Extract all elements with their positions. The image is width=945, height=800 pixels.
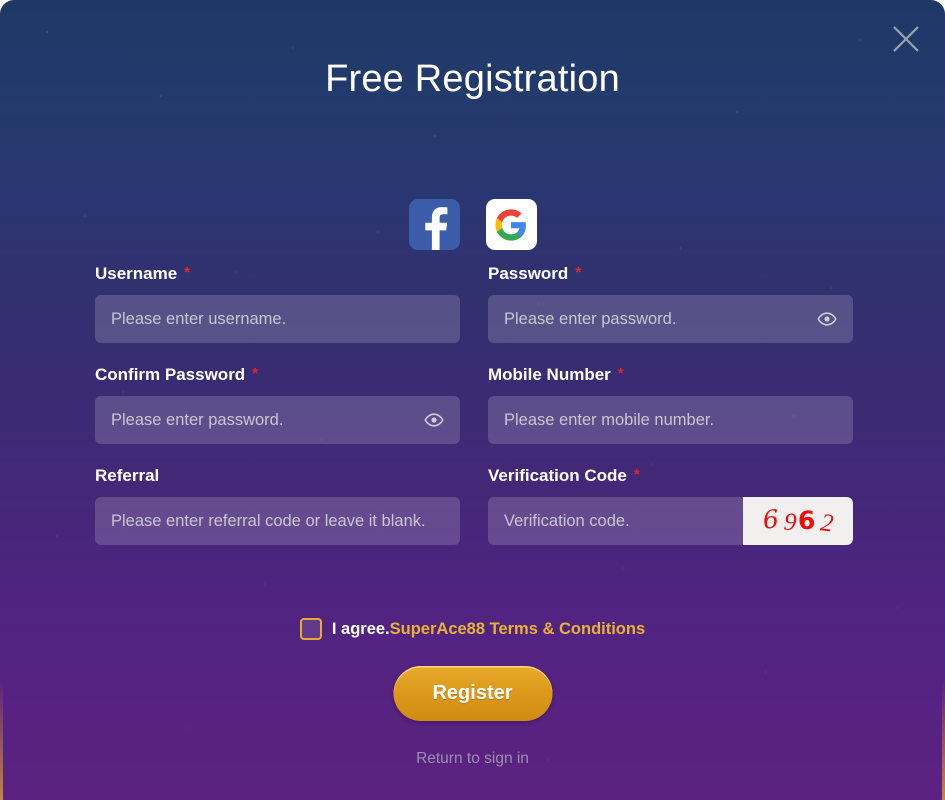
required-marker: * xyxy=(575,263,582,281)
field-confirm-password: Confirm Password * xyxy=(95,365,460,444)
registration-dialog: Free Registration Username * Please ente… xyxy=(0,0,945,800)
agree-label: I agree.SuperAce88 Terms & Conditions xyxy=(332,620,645,639)
return-to-sign-in-link[interactable]: Return to sign in xyxy=(0,750,945,768)
captcha-image[interactable]: 6 9 6 2 xyxy=(743,497,853,545)
required-marker: * xyxy=(184,263,191,281)
captcha-digit: 6 xyxy=(761,503,781,535)
label-password: Password * xyxy=(488,264,853,284)
label-password-text: Password xyxy=(488,264,569,283)
page-title: Free Registration xyxy=(325,58,620,100)
confirm-password-control[interactable] xyxy=(95,396,460,444)
captcha-digit: 2 xyxy=(818,508,835,538)
field-mobile-number: Mobile Number * xyxy=(488,365,853,444)
google-icon[interactable] xyxy=(485,199,537,250)
registration-form: Username * Password * xyxy=(95,264,853,567)
label-referral-text: Referral xyxy=(95,466,160,485)
verification-code-control[interactable]: 6 9 6 2 xyxy=(488,497,853,545)
mobile-number-input[interactable] xyxy=(488,396,853,444)
captcha-digit: 9 xyxy=(782,508,798,536)
label-mobile-number: Mobile Number * xyxy=(488,365,853,385)
label-referral: Referral xyxy=(95,466,460,486)
referral-control[interactable] xyxy=(95,497,460,545)
field-verification-code: Verification Code * 6 9 6 2 xyxy=(488,466,853,545)
label-confirm-password: Confirm Password * xyxy=(95,365,460,385)
register-button[interactable]: Register xyxy=(393,666,552,721)
close-icon[interactable] xyxy=(887,20,925,58)
terms-and-conditions-link[interactable]: SuperAce88 Terms & Conditions xyxy=(390,620,646,638)
eye-icon[interactable] xyxy=(817,309,837,329)
username-control[interactable] xyxy=(95,295,460,343)
social-login-row xyxy=(0,199,945,250)
password-input[interactable] xyxy=(488,295,853,343)
label-confirm-password-text: Confirm Password xyxy=(95,365,246,384)
required-marker: * xyxy=(617,364,624,382)
eye-icon[interactable] xyxy=(424,410,444,430)
captcha-digit: 6 xyxy=(797,505,817,535)
mobile-number-control[interactable] xyxy=(488,396,853,444)
confirm-password-input[interactable] xyxy=(95,396,460,444)
field-referral: Referral xyxy=(95,466,460,545)
facebook-icon[interactable] xyxy=(408,199,460,250)
left-edge-accent xyxy=(0,680,3,800)
verification-code-input[interactable] xyxy=(488,497,743,545)
label-mobile-number-text: Mobile Number xyxy=(488,365,611,384)
terms-agreement-row: I agree.SuperAce88 Terms & Conditions xyxy=(0,618,945,640)
label-verification-code-text: Verification Code xyxy=(488,466,627,485)
agree-prefix: I agree. xyxy=(331,619,390,638)
agree-checkbox[interactable] xyxy=(299,618,322,640)
label-username: Username * xyxy=(95,264,460,284)
referral-input[interactable] xyxy=(95,497,460,545)
required-marker: * xyxy=(633,465,640,483)
required-marker: * xyxy=(252,364,259,382)
label-verification-code: Verification Code * xyxy=(488,466,853,486)
username-input[interactable] xyxy=(95,295,460,343)
password-control[interactable] xyxy=(488,295,853,343)
field-password: Password * xyxy=(488,264,853,343)
label-username-text: Username xyxy=(95,264,178,283)
field-username: Username * xyxy=(95,264,460,343)
